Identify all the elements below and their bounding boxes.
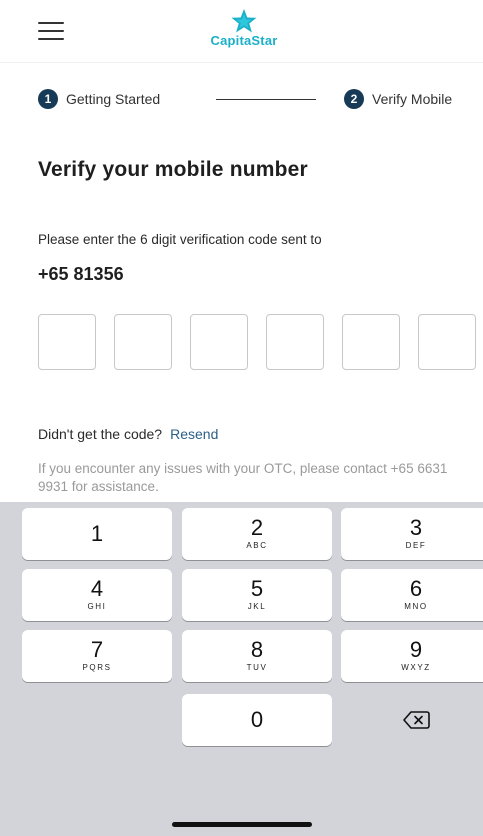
key-letters: PQRS [82,663,112,672]
key-digit: 2 [250,515,264,540]
key-1[interactable]: 1 [22,508,172,560]
step-verify-mobile: 2 Verify Mobile [344,88,452,110]
star-logo-icon [231,9,257,33]
otp-digit-6[interactable] [418,314,476,370]
otp-digit-4[interactable] [266,314,324,370]
step-label: Getting Started [66,91,161,107]
key-0[interactable]: 0 [182,694,332,746]
step-number-badge: 1 [38,89,58,109]
key-7[interactable]: 7 PQRS [22,630,172,682]
key-digit: 1 [90,521,104,546]
key-letters: DEF [405,541,427,550]
backspace-key[interactable] [341,694,483,746]
key-digit: 9 [409,637,423,662]
instruction-text: Please enter the 6 digit verification co… [38,232,322,247]
capitastar-logo: CapitaStar [204,8,284,54]
step-number-badge: 2 [344,89,364,109]
key-digit: 6 [409,576,423,601]
progress-stepper: 1 Getting Started 2 Verify Mobile [38,88,483,110]
numeric-keypad: 1 2 ABC 3 DEF 4 GHI 5 JKL 6 MNO 7 PQRS 8… [0,502,483,836]
otp-digit-2[interactable] [114,314,172,370]
key-digit: 3 [409,515,423,540]
otp-digit-5[interactable] [342,314,400,370]
key-letters: WXYZ [401,663,431,672]
key-8[interactable]: 8 TUV [182,630,332,682]
key-5[interactable]: 5 JKL [182,569,332,621]
key-2[interactable]: 2 ABC [182,508,332,560]
otp-digit-3[interactable] [190,314,248,370]
no-code-row: Didn't get the code? Resend [38,426,218,442]
key-letters: MNO [404,602,428,611]
step-getting-started: 1 Getting Started [38,88,160,110]
step-connector [216,99,316,100]
key-letters: ABC [246,541,268,550]
step-label: Verify Mobile [372,91,453,107]
key-digit: 0 [250,707,264,732]
backspace-icon [403,711,430,729]
key-3[interactable]: 3 DEF [341,508,483,560]
key-9[interactable]: 9 WXYZ [341,630,483,682]
key-6[interactable]: 6 MNO [341,569,483,621]
home-indicator[interactable] [172,822,312,827]
key-digit: 8 [250,637,264,662]
key-4[interactable]: 4 GHI [22,569,172,621]
no-code-label: Didn't get the code? [38,426,163,442]
page-title: Verify your mobile number [38,158,308,181]
key-digit: 4 [90,576,104,601]
logo-text: CapitaStar [210,33,278,48]
key-digit: 7 [90,637,104,662]
key-letters: GHI [87,602,107,611]
key-digit: 5 [250,576,264,601]
phone-number: +65 81356 [38,264,124,284]
help-text: If you encounter any issues with your OT… [38,461,448,494]
hamburger-menu-icon[interactable] [38,22,64,40]
resend-link[interactable]: Resend [170,426,218,442]
otp-digit-1[interactable] [38,314,96,370]
app-header: CapitaStar [0,0,483,63]
key-letters: JKL [247,602,267,611]
key-letters: TUV [246,663,268,672]
otp-input-row [38,314,483,372]
